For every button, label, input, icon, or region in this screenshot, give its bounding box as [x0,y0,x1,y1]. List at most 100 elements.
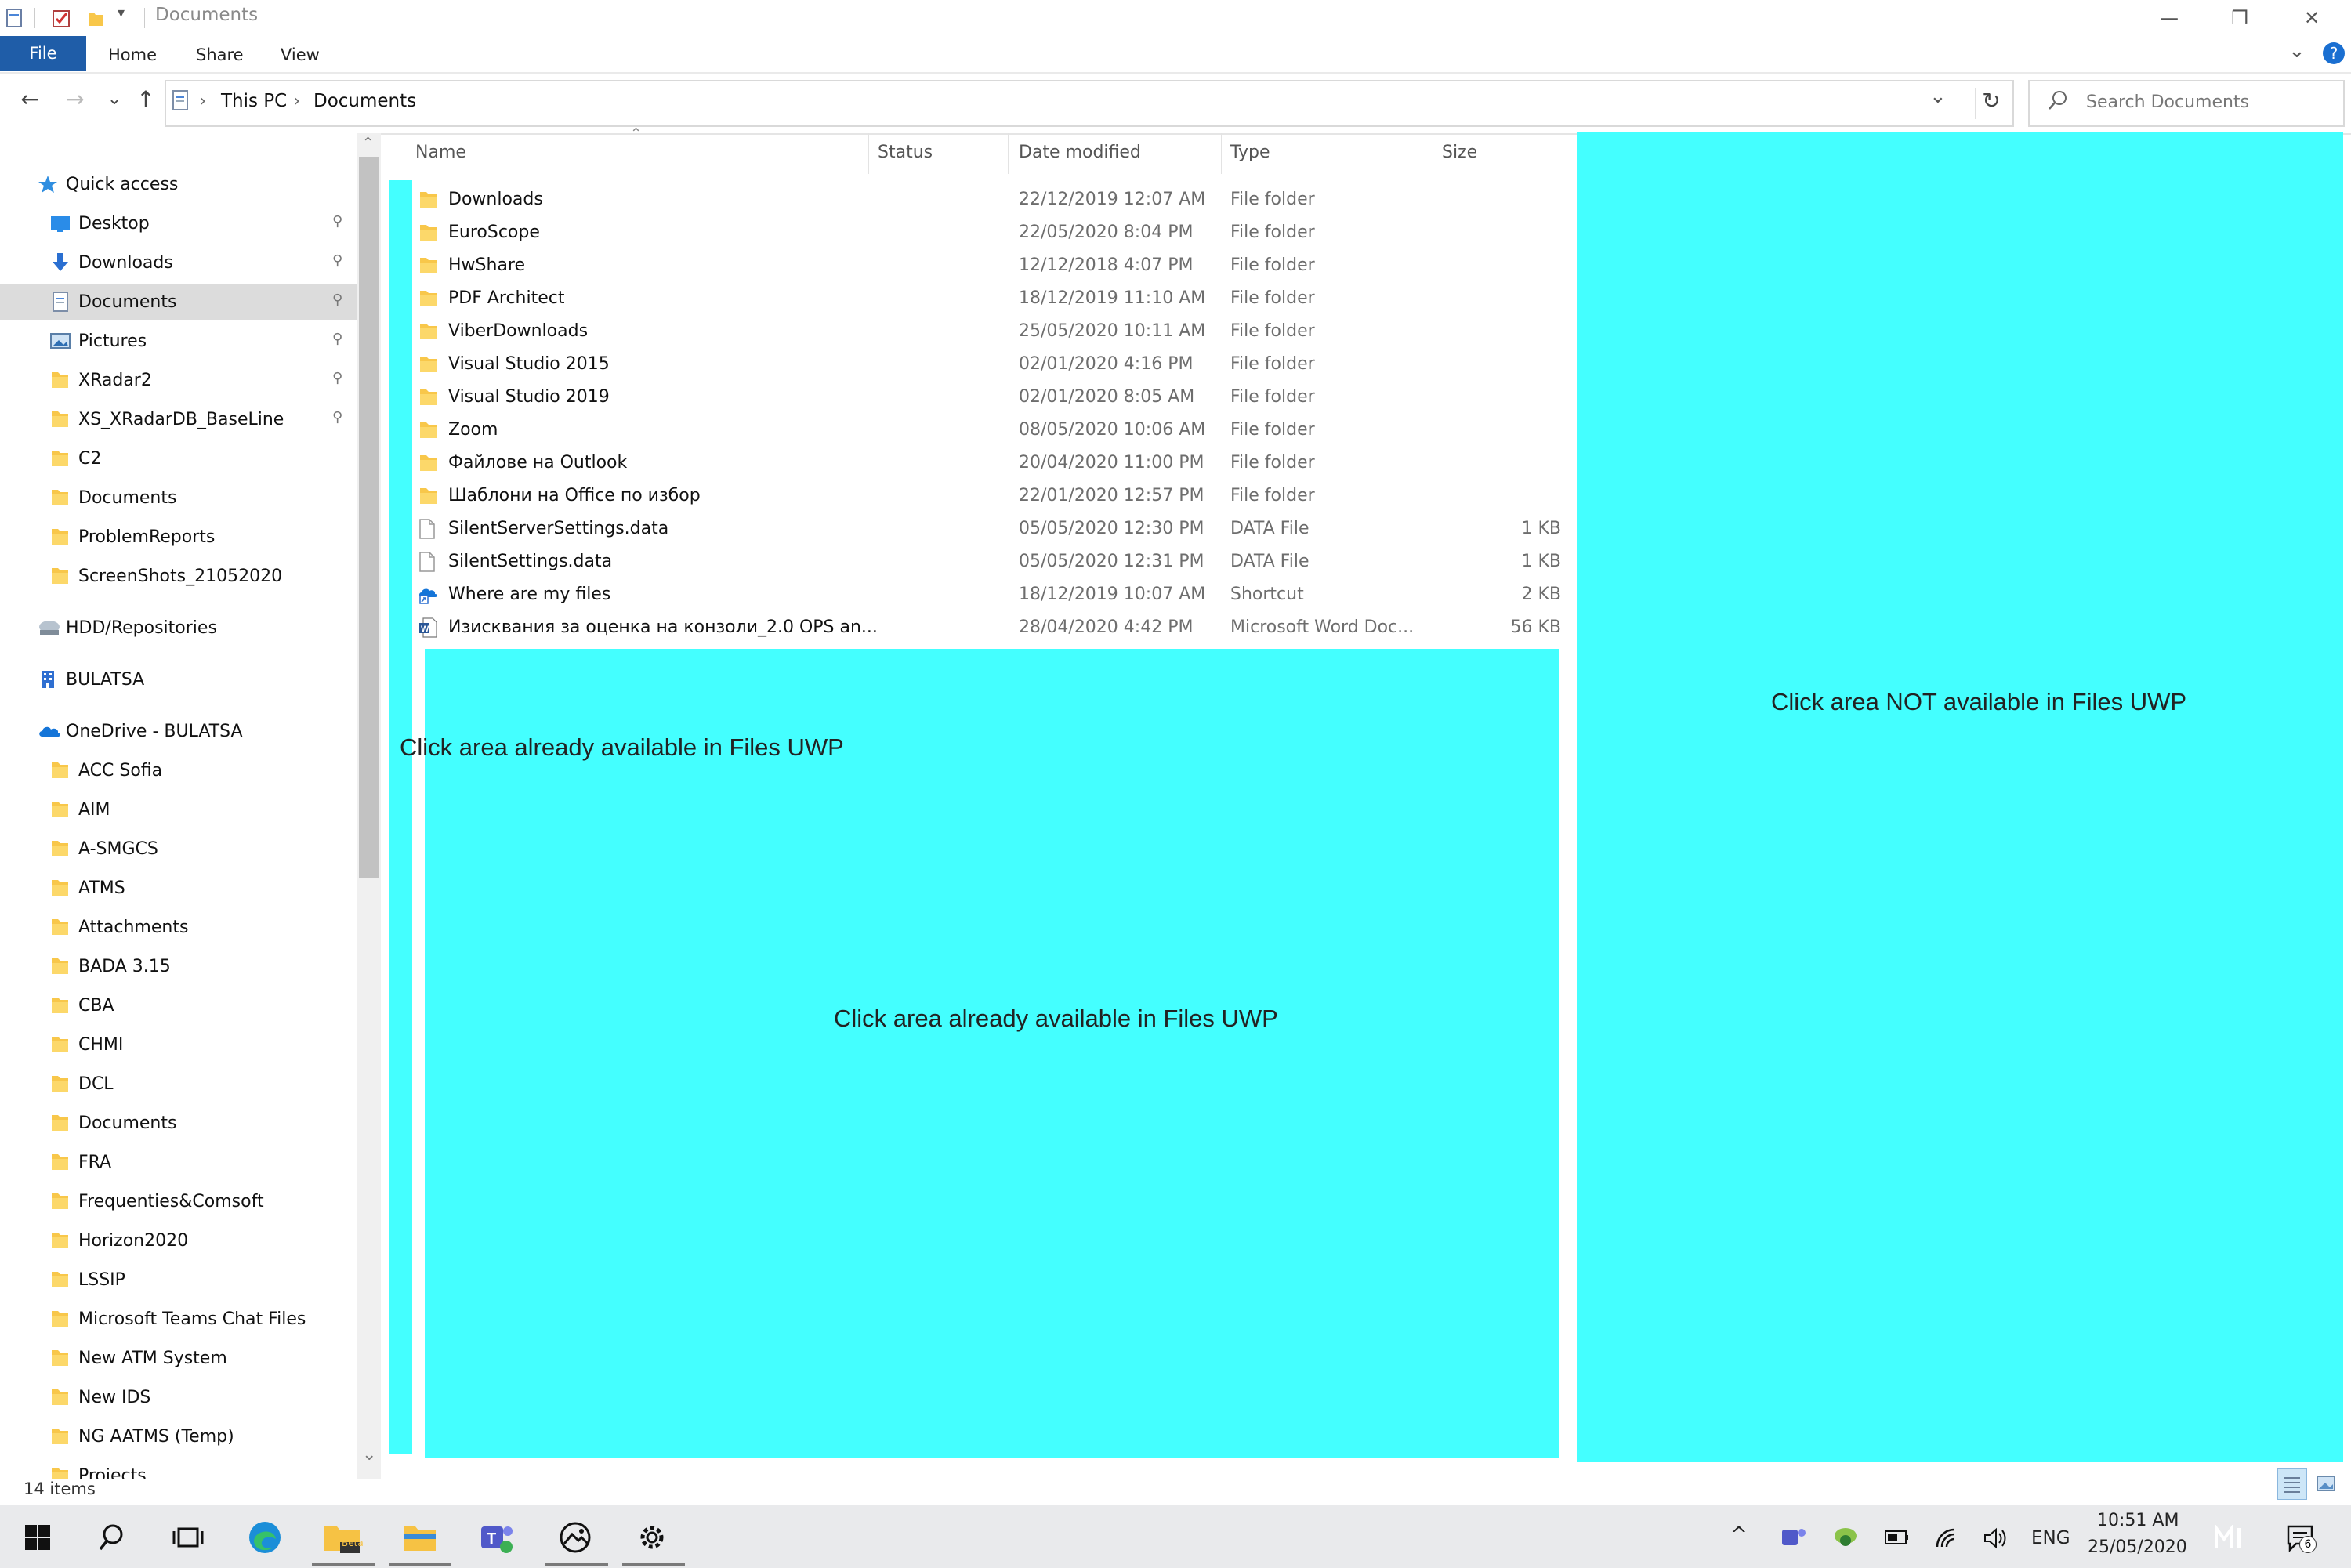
sidebar-item-atms[interactable]: ATMS [0,870,357,906]
scrollbar-thumb[interactable] [359,157,379,878]
breadcrumb-this-pc[interactable]: This PC [221,91,287,111]
sidebar-item-a-smgcs[interactable]: A-SMGCS [0,831,357,867]
address-dropdown-icon[interactable]: ⌄ [1929,85,1947,108]
sidebar-item-ng-aatms-temp[interactable]: NG AATMS (Temp) [0,1418,357,1454]
column-header-date[interactable]: Date modified [1019,143,1141,162]
column-header-type[interactable]: Type [1230,143,1270,162]
new-folder-icon[interactable] [86,8,105,28]
close-button[interactable]: ✕ [2276,0,2348,36]
sidebar-item-c2[interactable]: C2 [0,440,357,476]
file-explorer-icon[interactable] [403,1520,437,1555]
show-hidden-icons-button[interactable]: ^ [1730,1523,1748,1547]
sidebar-item-chmi[interactable]: CHMI [0,1027,357,1063]
qat-customize-icon[interactable]: ▾ [118,5,125,21]
sidebar-item-lssip[interactable]: LSSIP [0,1262,357,1298]
window-properties-icon[interactable] [5,8,24,28]
file-row[interactable]: Downloads 22/12/2019 12:07 AM File folder [408,183,1567,216]
network-icon[interactable] [1934,1526,1959,1553]
photos-icon[interactable] [558,1520,592,1555]
edge-icon[interactable] [248,1520,282,1555]
sidebar-item-problemreports[interactable]: ProblemReports [0,519,357,555]
refresh-button[interactable]: ↻ [1975,88,2006,119]
scroll-down-icon[interactable]: ⌄ [362,1445,376,1465]
sidebar-item-dcl[interactable]: DCL [0,1066,357,1102]
teams-icon[interactable]: T [480,1520,514,1555]
forward-button[interactable]: → [60,86,91,112]
sidebar-item-new-atm-system[interactable]: New ATM System [0,1340,357,1376]
large-icons-view-button[interactable] [2312,1468,2340,1498]
expand-ribbon-icon[interactable]: ⌄ [2288,39,2306,63]
teams-tray-icon[interactable] [1780,1525,1807,1553]
input-language-button[interactable]: ENG [2031,1528,2070,1548]
sidebar-item-pictures[interactable]: Pictures ⚲ [0,323,357,359]
sidebar-item-acc-sofia[interactable]: ACC Sofia [0,752,357,788]
file-row[interactable]: SilentSettings.data 05/05/2020 12:31 PM DA… [408,545,1567,578]
sidebar-item-horizon2020[interactable]: Horizon2020 [0,1222,357,1258]
column-divider[interactable] [868,133,869,174]
tab-home[interactable]: Home [108,45,157,64]
properties-checkmark-icon[interactable] [52,8,71,28]
sidebar-item-desktop[interactable]: Desktop ⚲ [0,205,357,241]
sidebar-item-attachments[interactable]: Attachments [0,909,357,945]
sidebar-item-xradar2[interactable]: XRadar2 ⚲ [0,362,357,398]
file-row[interactable]: Шаблони на Office по избор 22/01/2020 12:… [408,480,1567,512]
sidebar-item-onedrive-bulatsa[interactable]: OneDrive - BULATSA [0,713,357,749]
recent-locations-button[interactable]: ⌄ [99,89,130,109]
sidebar-item-bulatsa[interactable]: BULATSA [0,661,357,697]
file-row[interactable]: Where are my files 18/12/2019 10:07 AM Sho… [408,578,1567,611]
column-header-name[interactable]: Name [415,143,466,162]
tab-view[interactable]: View [281,45,320,64]
column-header-size[interactable]: Size [1442,143,1477,162]
sidebar-item-documents[interactable]: Documents ⚲ [0,284,357,320]
file-row[interactable]: HwShare 12/12/2018 4:07 PM File folder [408,249,1567,282]
details-view-button[interactable] [2277,1468,2307,1500]
help-icon[interactable]: ? [2323,42,2345,64]
sidebar-item-documents[interactable]: Documents [0,1105,357,1141]
search-input[interactable]: Search Documents [2086,92,2249,112]
file-row[interactable]: W Изисквания за оценка на конзоли_2.0 OPS… [408,611,1567,644]
tab-share[interactable]: Share [196,45,244,64]
sidebar-item-quick-access[interactable]: Quick access [0,166,357,202]
file-row[interactable]: Visual Studio 2015 02/01/2020 4:16 PM File… [408,348,1567,381]
file-row[interactable]: PDF Architect 18/12/2019 11:10 AM File fol… [408,282,1567,315]
sidebar-item-screenshots-21052020[interactable]: ScreenShots_21052020 [0,558,357,594]
show-desktop-logo-icon[interactable] [2215,1523,2246,1553]
restore-button[interactable]: ❐ [2204,0,2276,36]
sidebar-item-hdd-repositories[interactable]: HDD/Repositories [0,610,357,646]
sidebar-item-documents[interactable]: Documents [0,480,357,516]
file-row[interactable]: EuroScope 22/05/2020 8:04 PM File folder [408,216,1567,249]
task-view-icon[interactable] [171,1520,205,1555]
tab-file[interactable]: File [0,36,86,71]
minimize-button[interactable]: — [2133,0,2205,36]
sidebar-item-cba[interactable]: CBA [0,987,357,1023]
settings-icon[interactable] [635,1520,669,1555]
sidebar-item-downloads[interactable]: Downloads ⚲ [0,244,357,281]
clock-time[interactable]: 10:51 AM [2097,1511,2179,1530]
sidebar-item-new-ids[interactable]: New IDS [0,1379,357,1415]
sidebar-item-bada-3-15[interactable]: BADA 3.15 [0,948,357,984]
file-row[interactable]: Zoom 08/05/2020 10:06 AM File folder [408,414,1567,447]
volume-icon[interactable] [1983,1526,2009,1553]
search-icon[interactable] [94,1520,129,1555]
sidebar-item-aim[interactable]: AIM [0,791,357,827]
up-button[interactable]: ↑ [130,86,161,112]
column-divider[interactable] [1008,133,1009,174]
battery-icon[interactable] [1884,1528,1911,1550]
file-row[interactable]: SilentServerSettings.data 05/05/2020 12:3… [408,512,1567,545]
file-row[interactable]: Visual Studio 2019 02/01/2020 8:05 AM File… [408,381,1567,414]
sidebar-item-microsoft-teams-chat-files[interactable]: Microsoft Teams Chat Files [0,1301,357,1337]
windows-start-icon[interactable] [20,1520,55,1555]
breadcrumb-documents[interactable]: Documents [313,91,416,111]
column-header-status[interactable]: Status [878,143,933,162]
sidebar-item-fra[interactable]: FRA [0,1144,357,1180]
sidebar-item-xs-xradardb-baseline[interactable]: XS_XRadarDB_BaseLine ⚲ [0,401,357,437]
scroll-up-icon[interactable]: ⌃ [362,135,374,151]
clock-date[interactable]: 25/05/2020 [2088,1537,2187,1557]
address-bar[interactable] [165,80,2014,127]
file-row[interactable]: Файлове на Outlook 20/04/2020 11:00 PM Fil… [408,447,1567,480]
security-tray-icon[interactable] [1832,1525,1859,1553]
column-divider[interactable] [1221,133,1222,174]
file-row[interactable]: ViberDownloads 25/05/2020 10:11 AM File fo… [408,315,1567,348]
sidebar-item-frequenties-comsoft[interactable]: Frequenties&Comsoft [0,1183,357,1219]
back-button[interactable]: ← [14,86,45,112]
